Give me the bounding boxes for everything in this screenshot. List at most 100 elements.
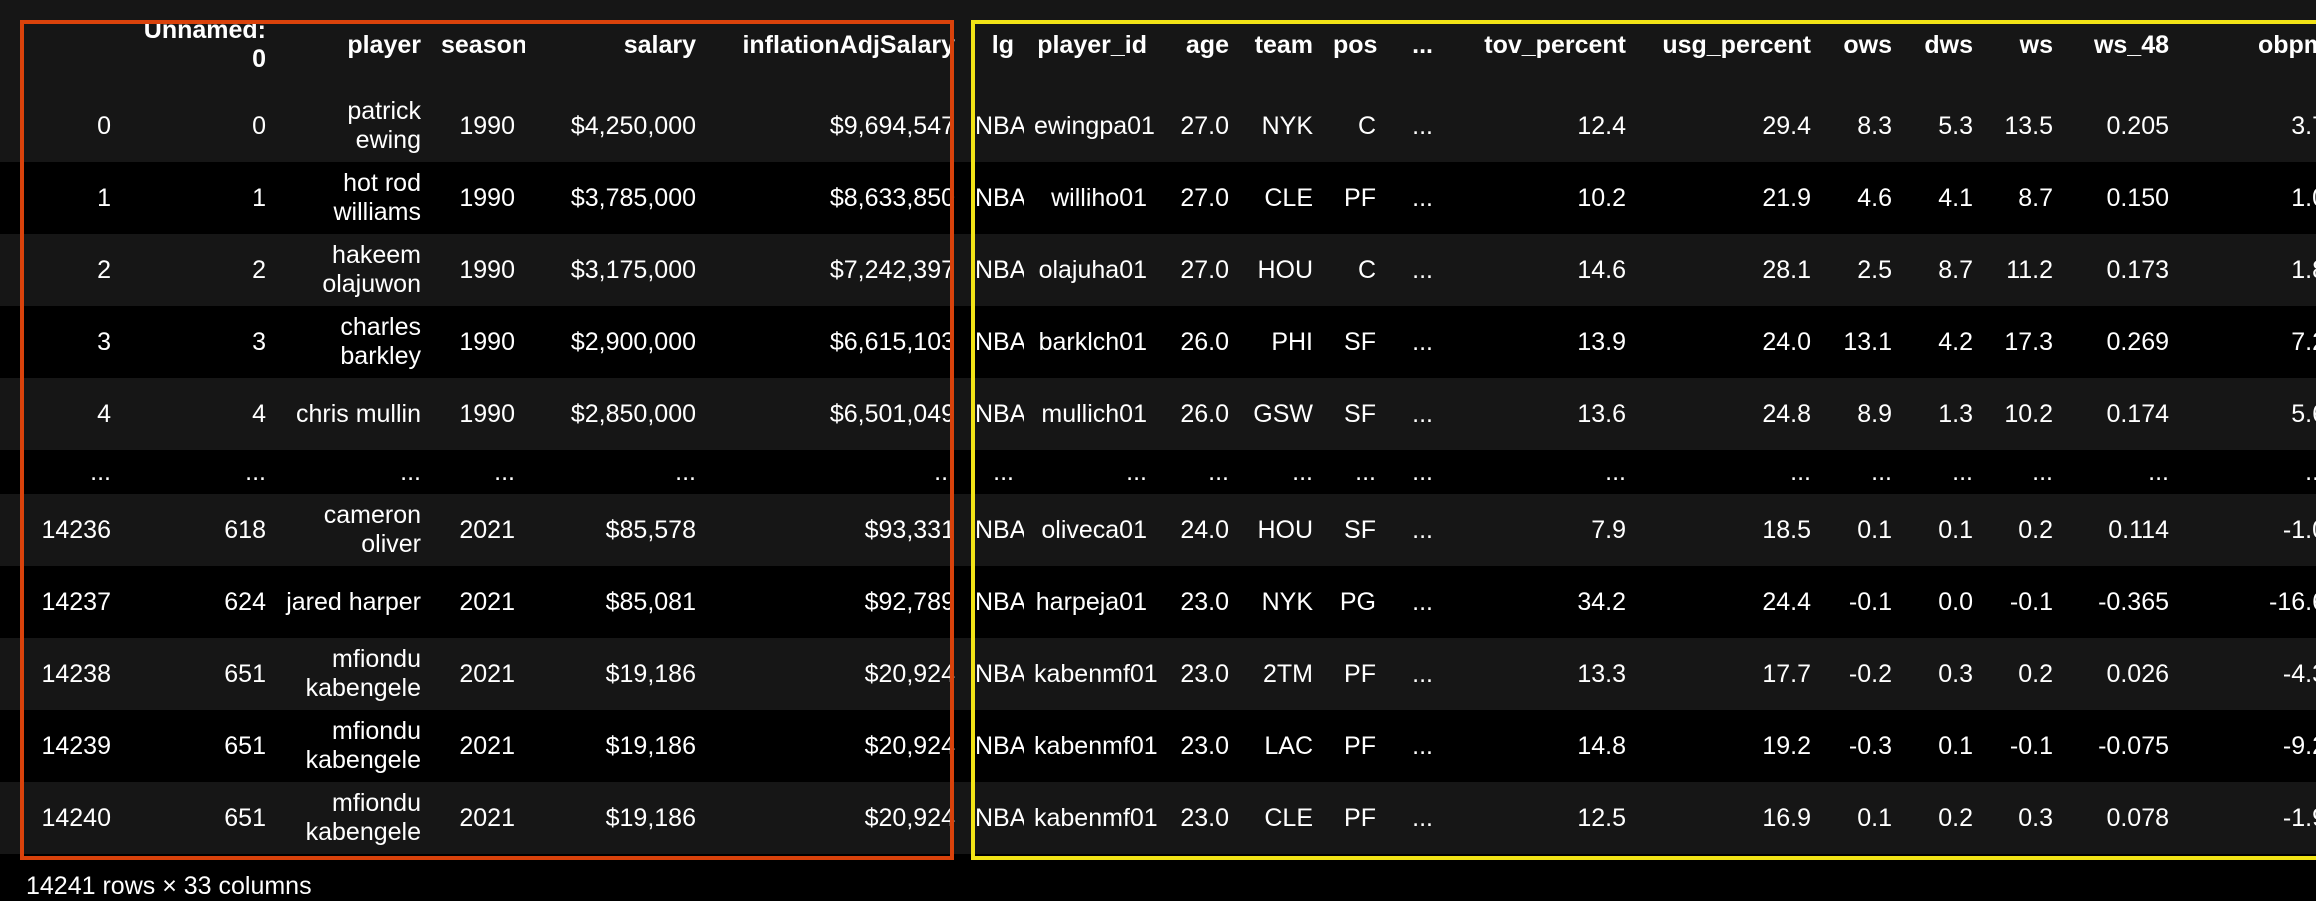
table-cell: 2021 [431, 638, 525, 710]
table-cell: ... [1386, 710, 1443, 782]
table-cell: SF [1323, 378, 1386, 450]
table-cell: NYK [1239, 566, 1323, 638]
table-cell: 0 [121, 90, 276, 162]
table-cell: cameron oliver [276, 494, 431, 566]
table-cell: PF [1323, 782, 1386, 854]
table-cell: charles barkley [276, 306, 431, 378]
row-index: 1 [0, 162, 121, 234]
table-cell: jared harper [276, 566, 431, 638]
row-index: 14236 [0, 494, 121, 566]
table-cell: ... [1386, 638, 1443, 710]
table-cell: $20,924 [706, 782, 965, 854]
table-cell: 29.4 [1636, 90, 1821, 162]
column-header: ws [1983, 0, 2063, 90]
table-cell: 2021 [431, 782, 525, 854]
table-cell: 651 [121, 710, 276, 782]
row-index: 4 [0, 378, 121, 450]
table-cell: 0.0 [1902, 566, 1983, 638]
table-cell: 23.0 [1157, 566, 1239, 638]
table-cell: 0.3 [1902, 638, 1983, 710]
table-cell: 23.0 [1157, 782, 1239, 854]
table-cell: 8.7 [1902, 234, 1983, 306]
table-cell: 2021 [431, 710, 525, 782]
table-cell: 3.7 [2179, 90, 2316, 162]
table-cell: 651 [121, 782, 276, 854]
table-cell: $6,615,103 [706, 306, 965, 378]
row-index: 3 [0, 306, 121, 378]
table-cell: ... [121, 450, 276, 494]
row-index: ... [0, 450, 121, 494]
table-cell: 5.6 [2179, 378, 2316, 450]
table-cell: 2.5 [1821, 234, 1902, 306]
table-row: 0 0 patrick ewing 1990 $4,250,000 $9,694,547 N… [0, 90, 2316, 162]
table-cell: 0.174 [2063, 378, 2179, 450]
column-header: salary [525, 0, 706, 90]
table-cell: $2,900,000 [525, 306, 706, 378]
table-cell: 13.6 [1443, 378, 1636, 450]
table-cell: ... [2179, 450, 2316, 494]
column-header: dws [1902, 0, 1983, 90]
table-cell: 1990 [431, 378, 525, 450]
table-header: Unnamed: 0 player season salary inflationAdj… [0, 0, 2316, 90]
table-cell: NBA [965, 710, 1024, 782]
table-cell: harpeja01 [1024, 566, 1157, 638]
row-index: 14238 [0, 638, 121, 710]
column-header: season [431, 0, 525, 90]
table-cell: -0.365 [2063, 566, 2179, 638]
column-header: Unnamed: 0 [121, 0, 276, 90]
table-cell: 24.0 [1157, 494, 1239, 566]
table-cell: ... [965, 450, 1024, 494]
table-cell: 8.9 [1821, 378, 1902, 450]
dataframe-output: Unnamed: 0 player season salary inflationAdj… [0, 0, 2316, 854]
table-cell: ... [1983, 450, 2063, 494]
table-cell: kabenmf01 [1024, 710, 1157, 782]
table-cell: ... [1821, 450, 1902, 494]
table-cell: 1990 [431, 162, 525, 234]
table-cell: 23.0 [1157, 638, 1239, 710]
table-cell: 1.0 [2179, 162, 2316, 234]
table-cell: $92,789 [706, 566, 965, 638]
table-cell: kabenmf01 [1024, 782, 1157, 854]
table-cell: C [1323, 234, 1386, 306]
column-header [0, 0, 121, 90]
table-cell: NBA [965, 90, 1024, 162]
table-cell: mfiondu kabengele [276, 782, 431, 854]
table-cell: 4 [121, 378, 276, 450]
table-cell: 8.7 [1983, 162, 2063, 234]
table-cell: 1990 [431, 306, 525, 378]
table-row: 14238 651 mfiondu kabengele 2021 $19,186 $20,… [0, 638, 2316, 710]
table-cell: 5.3 [1902, 90, 1983, 162]
table-cell: PF [1323, 710, 1386, 782]
table-cell: CLE [1239, 782, 1323, 854]
table-cell: 8.3 [1821, 90, 1902, 162]
table-cell: ... [1386, 378, 1443, 450]
table-cell: 24.4 [1636, 566, 1821, 638]
table-cell: 4.1 [1902, 162, 1983, 234]
table-cell: ... [1386, 162, 1443, 234]
table-cell: NBA [965, 566, 1024, 638]
table-cell: 618 [121, 494, 276, 566]
table-cell: ... [1386, 494, 1443, 566]
table-cell: PF [1323, 638, 1386, 710]
table-cell: 0.114 [2063, 494, 2179, 566]
table-cell: 24.8 [1636, 378, 1821, 450]
table-cell: 14.6 [1443, 234, 1636, 306]
table-cell: ... [706, 450, 965, 494]
table-cell: 13.9 [1443, 306, 1636, 378]
table-cell: SF [1323, 306, 1386, 378]
table-cell: 0.1 [1902, 494, 1983, 566]
table-cell: 27.0 [1157, 234, 1239, 306]
table-row: 2 2 hakeem olajuwon 1990 $3,175,000 $7,242,39… [0, 234, 2316, 306]
table-cell: 0.078 [2063, 782, 2179, 854]
table-cell: NBA [965, 782, 1024, 854]
table-cell: oliveca01 [1024, 494, 1157, 566]
table-cell: kabenmf01 [1024, 638, 1157, 710]
row-index: 14237 [0, 566, 121, 638]
table-cell: $19,186 [525, 638, 706, 710]
table-cell: -0.1 [1983, 710, 2063, 782]
table-cell: ... [431, 450, 525, 494]
table-row: 14237 624 jared harper 2021 $85,081 $92,789 NB… [0, 566, 2316, 638]
table-cell: 16.9 [1636, 782, 1821, 854]
table-cell: 0.205 [2063, 90, 2179, 162]
table-row: 1 1 hot rod williams 1990 $3,785,000 $8,633,8… [0, 162, 2316, 234]
